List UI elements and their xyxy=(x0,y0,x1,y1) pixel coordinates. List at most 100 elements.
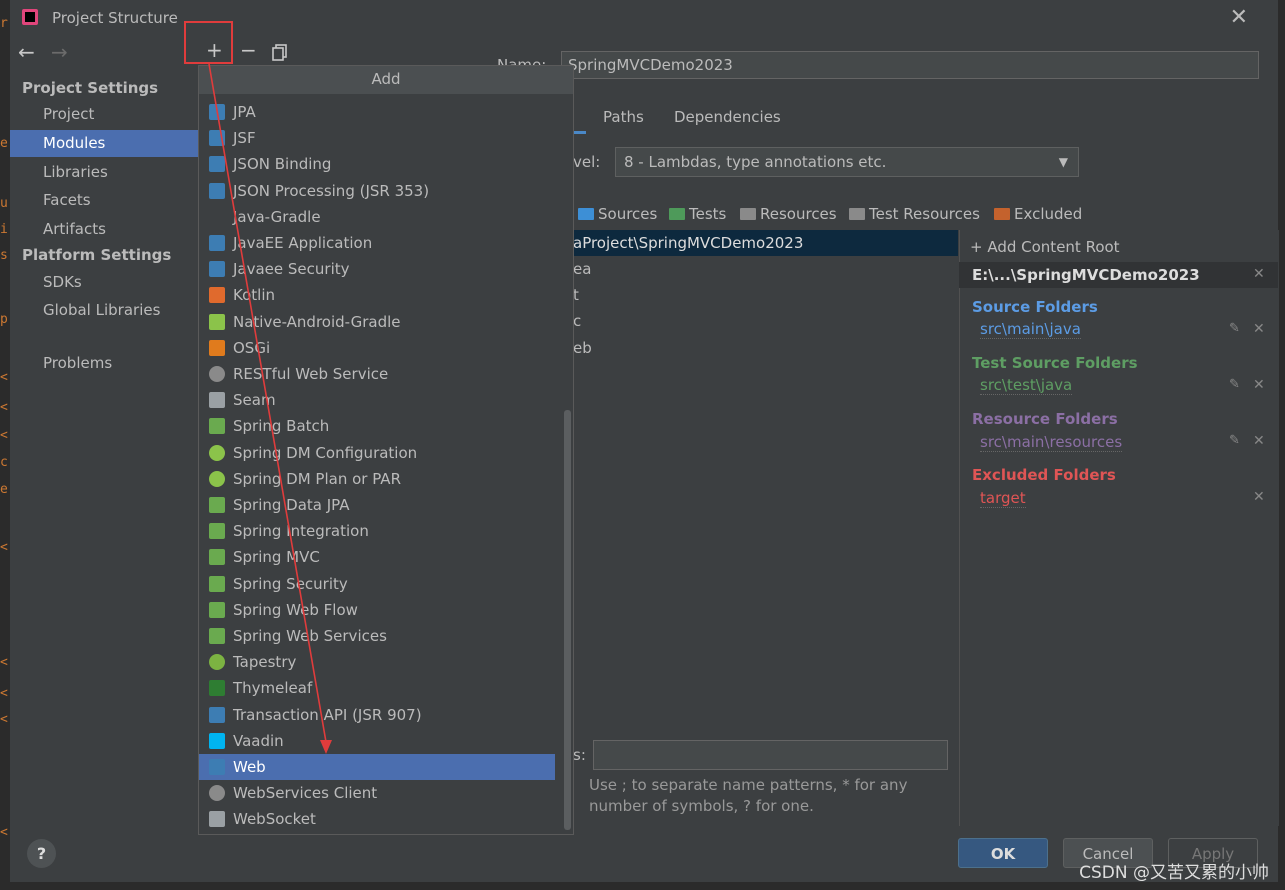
tab-paths[interactable]: Paths xyxy=(603,108,644,126)
mark-sources-button[interactable]: Sources xyxy=(578,205,657,223)
mark-test-resources-button[interactable]: Test Resources xyxy=(849,205,980,223)
exclude-files-input[interactable] xyxy=(593,740,948,770)
popup-item-thymeleaf[interactable]: Thymeleaf xyxy=(199,675,555,701)
popup-item-label: Thymeleaf xyxy=(233,679,313,698)
editor-fragment: < xyxy=(0,400,8,415)
module-name-field[interactable]: SpringMVCDemo2023 xyxy=(561,51,1259,79)
pencil-icon[interactable]: ✎ xyxy=(1229,377,1240,392)
popup-item-spring-dm-plan-or-par[interactable]: Spring DM Plan or PAR xyxy=(199,466,555,492)
close-icon[interactable]: ✕ xyxy=(1253,266,1265,282)
popup-item-vaadin[interactable]: Vaadin xyxy=(199,728,555,754)
tree-item[interactable]: ea xyxy=(573,260,591,278)
popup-item-label: Spring DM Plan or PAR xyxy=(233,469,401,488)
add-content-root-label: Add Content Root xyxy=(987,238,1120,256)
popup-item-spring-batch[interactable]: Spring Batch xyxy=(199,413,555,439)
websocket-icon xyxy=(209,811,225,828)
popup-item-spring-data-jpa[interactable]: Spring Data JPA xyxy=(199,492,555,518)
mark-resources-button[interactable]: Resources xyxy=(740,205,837,223)
folder-icon xyxy=(740,208,756,220)
popup-item-spring-web-flow[interactable]: Spring Web Flow xyxy=(199,597,555,623)
seam-icon xyxy=(209,392,225,409)
popup-item-spring-security[interactable]: Spring Security xyxy=(199,571,555,597)
tree-item[interactable]: c xyxy=(573,312,581,330)
sidebar-item-artifacts[interactable]: Artifacts xyxy=(10,216,198,243)
help-button[interactable]: ? xyxy=(27,839,56,868)
popup-item-label: Seam xyxy=(233,391,276,410)
mark-excluded-button[interactable]: Excluded xyxy=(994,205,1082,223)
sidebar-item-libraries[interactable]: Libraries xyxy=(10,159,198,186)
popup-item-spring-web-services[interactable]: Spring Web Services xyxy=(199,623,555,649)
popup-item-label: RESTful Web Service xyxy=(233,365,389,383)
popup-item-label: Spring DM Configuration xyxy=(233,443,418,462)
language-level-select[interactable]: 8 - Lambdas, type annotations etc. ▼ xyxy=(615,147,1079,177)
arrow-left-icon[interactable]: ← xyxy=(18,40,35,64)
pencil-icon[interactable]: ✎ xyxy=(1229,433,1240,448)
popup-item-json-binding[interactable]: JSON Binding xyxy=(199,151,555,177)
editor-fragment: < xyxy=(0,712,8,727)
editor-fragment: u xyxy=(0,196,8,211)
popup-item-seam[interactable]: Seam xyxy=(199,387,555,413)
sidebar-item-sdks[interactable]: SDKs xyxy=(10,269,198,296)
popup-item-websocket[interactable]: WebSocket xyxy=(199,806,555,832)
pencil-icon[interactable]: ✎ xyxy=(1229,321,1240,336)
popup-item-json-processing-jsr-353[interactable]: JSON Processing (JSR 353) xyxy=(199,178,555,204)
transaction-icon xyxy=(209,706,225,723)
popup-item-spring-dm-configuration[interactable]: Spring DM Configuration xyxy=(199,440,555,466)
spring-leaf-icon xyxy=(209,523,225,540)
editor-fragment: e xyxy=(0,136,8,151)
popup-item-osgi[interactable]: OSGi xyxy=(199,335,555,361)
popup-item-transaction-api-jsr-907[interactable]: Transaction API (JSR 907) xyxy=(199,702,555,728)
close-icon[interactable]: ✕ xyxy=(1253,489,1265,505)
mark-tests-button[interactable]: Tests xyxy=(669,205,726,223)
popup-item-restful-web-service[interactable]: RESTful Web Service xyxy=(199,361,555,387)
copy-icon[interactable] xyxy=(272,42,287,61)
editor-fragment: < xyxy=(0,428,8,443)
watermark: CSDN @又苦又累的小帅 xyxy=(1079,863,1269,883)
popup-scrollbar[interactable] xyxy=(564,410,571,830)
sidebar-item-modules[interactable]: Modules xyxy=(10,130,198,157)
arrow-right-icon[interactable]: → xyxy=(51,40,68,64)
popup-item-jsf[interactable]: JSF xyxy=(199,125,555,151)
editor-fragment: i xyxy=(0,222,8,237)
editor-fragment: < xyxy=(0,655,8,670)
sidebar-item-project[interactable]: Project xyxy=(10,101,198,128)
exclude-help-line2: number of symbols, ? for one. xyxy=(589,797,814,815)
popup-item-javaee-application[interactable]: JavaEE Application xyxy=(199,230,555,256)
popup-item-java-gradle[interactable]: Java-Gradle xyxy=(199,204,555,230)
popup-item-spring-mvc[interactable]: Spring MVC xyxy=(199,544,555,570)
javaee-security-icon xyxy=(209,261,225,278)
popup-item-label: WebServices Client xyxy=(233,784,378,803)
popup-item-native-android-gradle[interactable]: Native-Android-Gradle xyxy=(199,309,555,335)
popup-item-web[interactable]: Web xyxy=(199,754,555,780)
excluded-folders-title: Excluded Folders xyxy=(972,466,1116,484)
popup-item-tapestry[interactable]: Tapestry xyxy=(199,649,555,675)
intellij-logo-icon xyxy=(22,9,38,25)
popup-item-label: Vaadin xyxy=(233,731,284,750)
close-icon[interactable]: ✕ xyxy=(1253,433,1265,449)
remove-button[interactable]: − xyxy=(240,38,257,62)
tab-dependencies[interactable]: Dependencies xyxy=(674,108,781,126)
sidebar-item-problems[interactable]: Problems xyxy=(10,350,198,377)
thymeleaf-icon xyxy=(209,680,225,697)
sidebar-item-facets[interactable]: Facets xyxy=(10,187,198,214)
close-icon[interactable]: ✕ xyxy=(1253,321,1265,337)
editor-fragment: < xyxy=(0,825,8,840)
add-content-root-button[interactable]: + Add Content Root xyxy=(970,238,1120,256)
popup-item-spring-integration[interactable]: Spring Integration xyxy=(199,518,555,544)
tree-item[interactable]: eb xyxy=(573,339,592,357)
javaee-icon xyxy=(209,235,225,251)
popup-item-javaee-security[interactable]: Javaee Security xyxy=(199,256,555,282)
close-icon[interactable]: ✕ xyxy=(1230,5,1248,30)
popup-item-webservices-client[interactable]: WebServices Client xyxy=(199,780,555,806)
json-processing-icon xyxy=(209,182,225,199)
globe-icon xyxy=(209,366,225,382)
ok-button[interactable]: OK xyxy=(958,838,1048,868)
sidebar-item-global-libraries[interactable]: Global Libraries xyxy=(10,297,198,324)
folder-icon xyxy=(994,208,1010,220)
editor-fragment: c xyxy=(0,455,8,470)
close-icon[interactable]: ✕ xyxy=(1253,377,1265,393)
tree-item-root[interactable]: aProject\SpringMVCDemo2023 xyxy=(573,234,803,252)
popup-item-jpa[interactable]: JPA xyxy=(199,99,555,125)
editor-fragment: p xyxy=(0,312,8,327)
popup-item-kotlin[interactable]: Kotlin xyxy=(199,282,555,308)
